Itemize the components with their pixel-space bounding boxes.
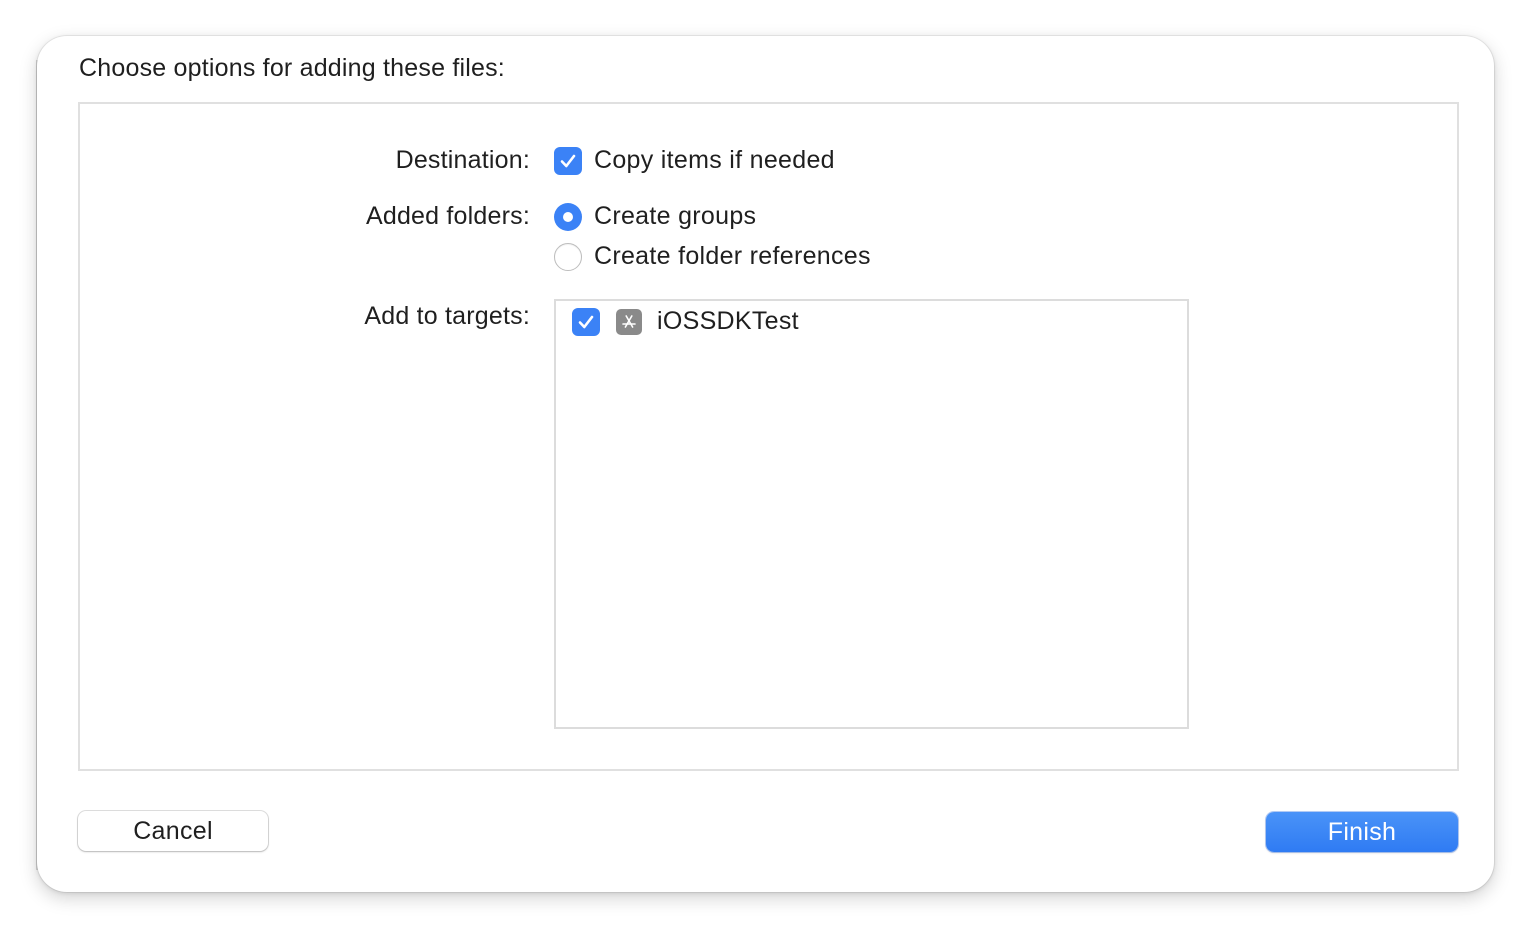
- target-name: iOSSDKTest: [657, 307, 799, 335]
- destination-label: Destination:: [395, 146, 530, 174]
- add-to-targets-label: Add to targets:: [364, 302, 530, 330]
- create-groups-radio[interactable]: Create groups: [554, 202, 756, 231]
- copy-items-checkbox[interactable]: Copy items if needed: [554, 146, 835, 175]
- cancel-button[interactable]: Cancel: [78, 811, 268, 851]
- radio-selected-icon: [554, 202, 582, 231]
- checkmark-icon[interactable]: [572, 307, 600, 336]
- added-folders-label: Added folders:: [365, 202, 530, 230]
- radio-unselected-icon: [554, 242, 582, 271]
- finish-button[interactable]: Finish: [1266, 812, 1458, 852]
- create-folder-references-label: Create folder references: [594, 242, 871, 270]
- options-panel: Destination: Copy items if needed Added …: [78, 102, 1459, 771]
- copy-items-label: Copy items if needed: [594, 146, 835, 174]
- sheet-heading: Choose options for adding these files:: [79, 54, 505, 82]
- create-groups-label: Create groups: [594, 202, 757, 230]
- app-target-icon: [616, 308, 642, 335]
- list-item[interactable]: iOSSDKTest: [572, 307, 799, 336]
- create-folder-references-radio[interactable]: Create folder references: [554, 242, 871, 271]
- checkmark-icon: [554, 146, 582, 175]
- add-files-sheet: Choose options for adding these files: D…: [37, 36, 1494, 892]
- targets-list[interactable]: iOSSDKTest: [554, 299, 1189, 729]
